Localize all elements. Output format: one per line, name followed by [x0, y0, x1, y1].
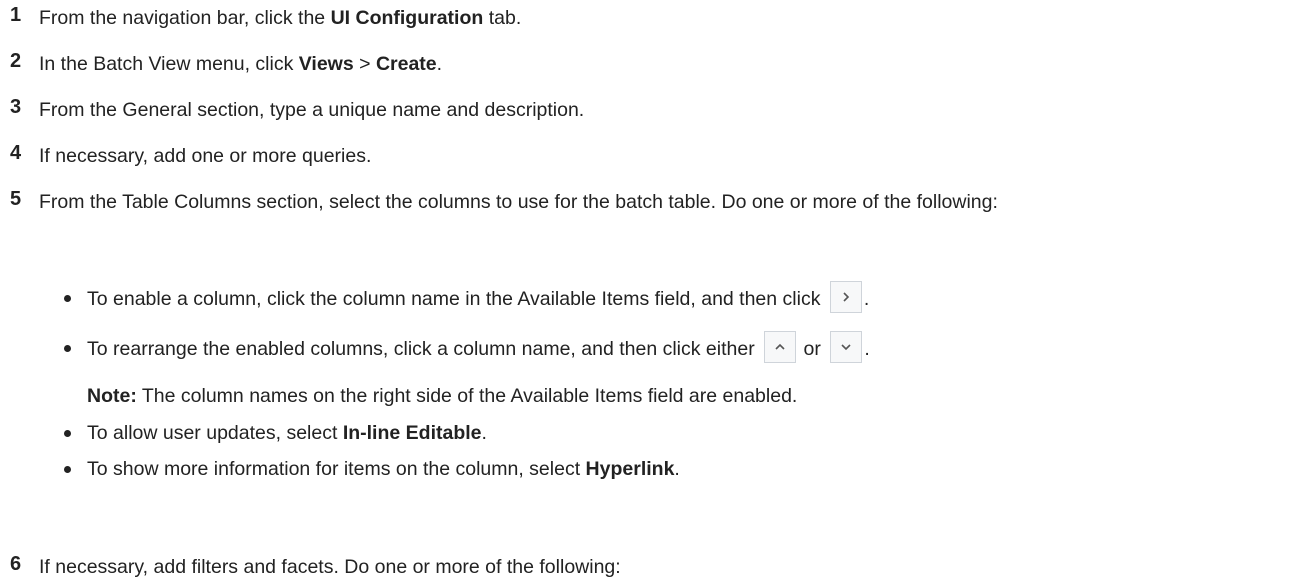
- views-label: Views: [298, 53, 354, 75]
- bullet-icon: [64, 466, 71, 473]
- step-number: 5: [10, 188, 22, 210]
- step-number: 4: [10, 142, 22, 164]
- step-text: From the Table Columns section, select t…: [39, 191, 998, 213]
- bullet-text: To enable a column, click the column nam…: [87, 281, 869, 316]
- bullet-text: To show more information for items on th…: [87, 458, 680, 480]
- step-number: 6: [10, 553, 22, 575]
- bullet-text: To allow user updates, select In-line Ed…: [87, 422, 487, 444]
- note-label: Note:: [87, 385, 137, 407]
- step-text: If necessary, add one or more queries.: [39, 145, 372, 167]
- note-text: The column names on the right side of th…: [136, 385, 798, 407]
- step-number: 3: [10, 96, 22, 118]
- bullet-icon: [64, 345, 71, 352]
- step-text: If necessary, add filters and facets. Do…: [39, 556, 621, 578]
- ui-configuration-label: UI Configuration: [330, 7, 484, 29]
- hyperlink-label: Hyperlink: [585, 458, 675, 480]
- bullet-icon: [64, 430, 71, 437]
- chevron-up-icon: [764, 331, 797, 363]
- bullet-icon: [64, 295, 71, 302]
- chevron-right-icon: [829, 281, 862, 313]
- inline-editable-label: In-line Editable: [342, 422, 482, 444]
- step-number: 1: [10, 4, 22, 26]
- note: Note: The column names on the right side…: [87, 382, 797, 411]
- step-text: From the General section, type a unique …: [39, 99, 585, 121]
- step-number: 2: [10, 50, 22, 72]
- bullet-text: To rearrange the enabled columns, click …: [87, 331, 870, 366]
- step-text: From the navigation bar, click the UI Co…: [39, 7, 522, 29]
- create-label: Create: [375, 53, 437, 75]
- step-text: In the Batch View menu, click Views > Cr…: [39, 53, 443, 75]
- chevron-down-icon: [830, 331, 863, 363]
